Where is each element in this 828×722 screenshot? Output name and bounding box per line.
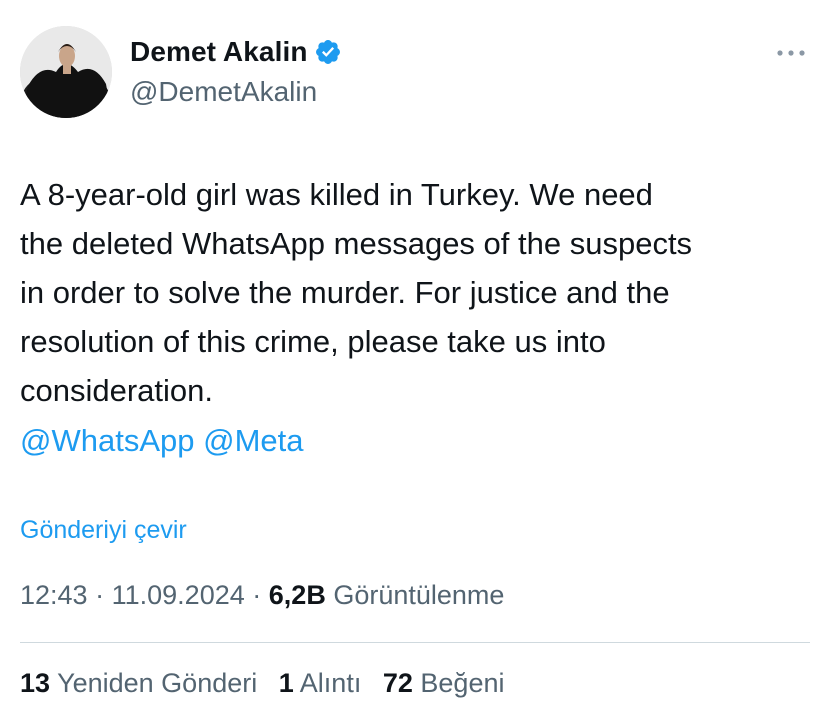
author-handle[interactable]: @DemetAkalin: [130, 76, 342, 108]
tweet-mentions: @WhatsApp @Meta: [20, 416, 304, 465]
tweet-header: Demet Akalin @DemetAkalin: [20, 24, 808, 124]
tweet-stats: 13 Yeniden Gönderi 1 Alıntı 72 Beğeni: [20, 668, 518, 699]
tweet-date[interactable]: 11.09.2024: [112, 580, 245, 610]
tweet-meta: 12:43 · 11.09.2024 · 6,2B Görüntülenme: [20, 580, 504, 611]
author-names: Demet Akalin @DemetAkalin: [130, 32, 342, 108]
mention-meta-link[interactable]: @Meta: [203, 423, 303, 458]
likes-label: Beğeni: [420, 668, 505, 698]
mention-whatsapp-link[interactable]: @WhatsApp: [20, 423, 194, 458]
more-horizontal-icon[interactable]: [776, 46, 806, 58]
quotes-label: Alıntı: [299, 668, 362, 698]
quotes-stat[interactable]: 1 Alıntı: [279, 668, 362, 698]
reposts-stat[interactable]: 13 Yeniden Gönderi: [20, 668, 257, 698]
display-name[interactable]: Demet Akalin: [130, 36, 308, 68]
display-name-row: Demet Akalin: [130, 32, 342, 72]
likes-stat[interactable]: 72 Beğeni: [383, 668, 505, 698]
views-label: Görüntülenme: [333, 580, 505, 610]
likes-count: 72: [382, 668, 413, 698]
translate-post-link[interactable]: Gönderiyi çevir: [20, 516, 187, 545]
avatar[interactable]: [20, 26, 112, 118]
avatar-image: [20, 26, 112, 118]
tweet-time[interactable]: 12:43: [20, 580, 88, 610]
quotes-count: 1: [278, 668, 294, 698]
views-count: 6,2B: [268, 580, 326, 610]
reposts-count: 13: [20, 668, 51, 698]
verified-badge-icon[interactable]: [314, 38, 342, 66]
tweet-text: A 8-year-old girl was killed in Turkey. …: [20, 177, 693, 408]
meta-separator: ·: [95, 580, 105, 610]
divider: [20, 642, 810, 643]
reposts-label: Yeniden Gönderi: [57, 668, 258, 698]
meta-separator: ·: [252, 580, 262, 610]
